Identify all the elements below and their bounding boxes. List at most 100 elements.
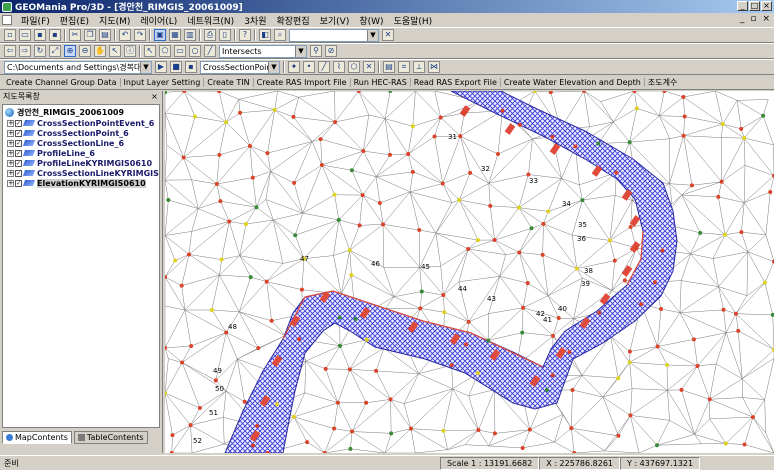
open-folder-icon[interactable]: ▭ <box>19 29 31 41</box>
read-ras-export-file-button[interactable]: Read RAS Export File <box>414 77 501 87</box>
save-all-icon[interactable]: ▪ <box>49 29 61 41</box>
workspace-path-select[interactable]: C:\Documents and Settings\경복대학\ ▼ <box>4 60 152 74</box>
save-edit-icon[interactable]: ▪ <box>185 61 197 73</box>
layer-item[interactable]: + ✓ CrossSectionPointEvent_6 <box>3 118 159 128</box>
tab-map-contents[interactable]: MapContents <box>2 431 72 444</box>
chevron-down-icon[interactable]: ▼ <box>140 61 151 73</box>
merge-icon[interactable]: ⋈ <box>428 61 440 73</box>
menu-file[interactable]: 파일(F) <box>16 14 55 27</box>
create-tin-button[interactable]: Create TIN <box>207 77 254 87</box>
menu-view[interactable]: 보기(V) <box>315 14 355 27</box>
back-arrow-icon[interactable]: ⇦ <box>4 45 16 57</box>
redo-icon[interactable]: ↷ <box>134 29 146 41</box>
add-vertex-icon[interactable]: ✦ <box>288 61 300 73</box>
mdi-close-button[interactable]: × <box>762 14 770 24</box>
spatial-operator-select[interactable]: Intersects ▼ <box>219 44 307 58</box>
identify-icon[interactable]: ⓘ <box>124 45 136 57</box>
forward-arrow-icon[interactable]: ⇨ <box>19 45 31 57</box>
save-icon[interactable]: ▪ <box>34 29 46 41</box>
select-arrow-icon[interactable]: ↖ <box>109 45 121 57</box>
chevron-down-icon[interactable]: ▼ <box>295 45 306 57</box>
create-water-elevation-button[interactable]: Create Water Elevation and Depth <box>504 77 645 87</box>
zoom-out-icon[interactable]: ⊖ <box>79 45 91 57</box>
create-ras-import-file-button[interactable]: Create RAS Import File <box>257 77 351 87</box>
menu-help[interactable]: 도움말(H) <box>389 14 438 27</box>
mdi-restore-button[interactable]: ▫ <box>750 14 756 24</box>
tree-root[interactable]: 경안천_RIMGIS_20061009 <box>3 107 159 118</box>
layer-visibility-checkbox[interactable]: ✓ <box>15 159 22 167</box>
layer-item[interactable]: + ✓ CrossSectionLine_6 <box>3 138 159 148</box>
draw-point-icon[interactable]: • <box>303 61 315 73</box>
edit-layer-select[interactable]: CrossSectionPointEven ▼ <box>200 60 280 74</box>
stop-icon[interactable]: ■ <box>170 61 182 73</box>
layer-visibility-checkbox[interactable]: ✓ <box>15 119 22 127</box>
delete-feature-icon[interactable]: ✕ <box>363 61 375 73</box>
chevron-down-icon[interactable]: ▼ <box>268 61 279 73</box>
layer-item[interactable]: + ✓ CrossSectionPoint_6 <box>3 128 159 138</box>
close-button[interactable]: × <box>761 1 772 11</box>
run-hec-ras-button[interactable]: Run HEC-RAS <box>354 77 411 87</box>
map-svg[interactable]: 31 32 33 34 35 36 38 39 40 41 42 43 44 4… <box>165 91 774 453</box>
help-icon[interactable]: ? <box>239 29 251 41</box>
chevron-down-icon[interactable]: ▼ <box>367 29 378 41</box>
print-icon[interactable]: ⎙ <box>204 29 216 41</box>
pan-hand-icon[interactable]: ✋ <box>94 45 106 57</box>
find-icon[interactable]: ⌕ <box>274 29 286 41</box>
select-feature-icon[interactable]: ↖ <box>144 45 156 57</box>
roughness-coefficient-button[interactable]: 조도계수 <box>648 77 680 88</box>
preview-icon[interactable]: ▯ <box>219 29 231 41</box>
select-rect-icon[interactable]: ▭ <box>174 45 186 57</box>
full-extent-icon[interactable]: ⤢ <box>49 45 61 57</box>
theme-icon[interactable]: ◧ <box>259 29 271 41</box>
refresh-icon[interactable]: ↻ <box>34 45 46 57</box>
layout-view-icon[interactable]: ▣ <box>154 29 166 41</box>
toolbar-combo[interactable]: ▼ <box>289 28 379 42</box>
grid-view-icon[interactable]: ▦ <box>169 29 181 41</box>
draw-polyline-icon[interactable]: ⌇ <box>333 61 345 73</box>
layer-visibility-checkbox[interactable]: ✓ <box>15 169 22 177</box>
menu-extended-edit[interactable]: 확장편집 <box>271 14 314 27</box>
layer-visibility-checkbox[interactable]: ✓ <box>15 139 22 147</box>
expand-icon[interactable]: + <box>7 129 14 137</box>
river-polygon[interactable] <box>224 91 678 453</box>
expand-icon[interactable]: + <box>7 139 14 147</box>
input-layer-setting-button[interactable]: Input Layer Setting <box>124 77 205 87</box>
mdi-minimize-button[interactable]: _ <box>740 14 745 24</box>
layer-item[interactable]: + ✓ ElevationKYRIMGIS0610 <box>3 178 159 188</box>
select-circle-icon[interactable]: ○ <box>189 45 201 57</box>
map-canvas[interactable]: 31 32 33 34 35 36 38 39 40 41 42 43 44 4… <box>165 91 774 453</box>
layer-visibility-checkbox[interactable]: ✓ <box>15 179 22 187</box>
panel-close-icon[interactable]: × <box>150 92 159 101</box>
zoom-in-icon[interactable]: ⊕ <box>64 45 76 57</box>
undo-icon[interactable]: ↶ <box>119 29 131 41</box>
table-view-icon[interactable]: ▥ <box>184 29 196 41</box>
copy-icon[interactable]: ❐ <box>84 29 96 41</box>
layer-item[interactable]: + ✓ ProfileLine_6 <box>3 148 159 158</box>
clear-icon[interactable]: ✕ <box>382 29 394 41</box>
menu-layer[interactable]: 레이어(L) <box>135 14 182 27</box>
clear-selection-icon[interactable]: ⊘ <box>325 45 337 57</box>
maximize-button[interactable]: □ <box>749 1 760 11</box>
menu-3d[interactable]: 3차원 <box>239 14 271 27</box>
draw-line-icon[interactable]: ╱ <box>318 61 330 73</box>
create-channel-group-data-button[interactable]: Create Channel Group Data <box>6 77 121 87</box>
expand-icon[interactable]: + <box>7 169 14 177</box>
select-line-icon[interactable]: ╱ <box>204 45 216 57</box>
play-icon[interactable]: ▶ <box>155 61 167 73</box>
layer-visibility-checkbox[interactable]: ✓ <box>15 149 22 157</box>
snap-icon[interactable]: ⌗ <box>398 61 410 73</box>
menu-window[interactable]: 창(W) <box>354 14 388 27</box>
tab-table-contents[interactable]: TableContents <box>73 431 148 444</box>
paste-icon[interactable]: ▤ <box>99 29 111 41</box>
cut-icon[interactable]: ✂ <box>69 29 81 41</box>
split-icon[interactable]: ⟂ <box>413 61 425 73</box>
attribute-icon[interactable]: ▤ <box>383 61 395 73</box>
draw-polygon-icon[interactable]: ⬡ <box>348 61 360 73</box>
query-icon[interactable]: ⚲ <box>310 45 322 57</box>
select-polygon-icon[interactable]: ⬠ <box>159 45 171 57</box>
layer-item[interactable]: + ✓ ProfileLineKYRIMGIS0610 <box>3 158 159 168</box>
menu-network[interactable]: 네트워크(N) <box>182 14 239 27</box>
expand-icon[interactable]: + <box>7 119 14 127</box>
expand-icon[interactable]: + <box>7 149 14 157</box>
expand-icon[interactable]: + <box>7 179 14 187</box>
